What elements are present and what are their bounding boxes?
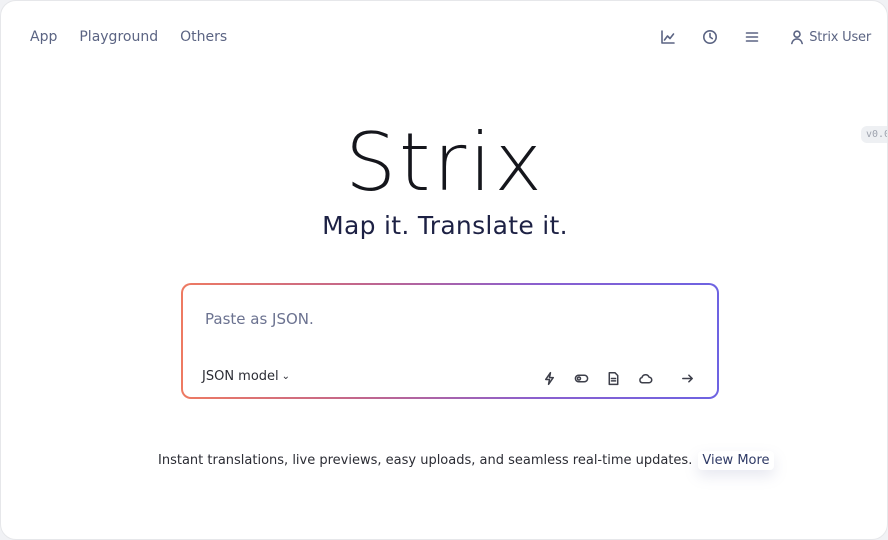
nav-item-app[interactable]: App — [30, 29, 57, 46]
app-title: Strix — [345, 116, 545, 209]
cloud-icon[interactable] — [635, 368, 655, 388]
json-input[interactable] — [205, 310, 685, 328]
tagline: Map it. Translate it. — [322, 211, 568, 240]
model-select[interactable]: JSON model ⌄ — [202, 369, 290, 384]
header-actions: Strix User — [658, 27, 871, 47]
user-icon — [788, 27, 806, 47]
menu-icon[interactable] — [742, 27, 762, 47]
nav-item-others[interactable]: Others — [180, 29, 227, 46]
json-input-card: JSON model ⌄ — [181, 283, 719, 399]
json-input-inner: JSON model ⌄ — [183, 285, 717, 397]
clock-icon[interactable] — [700, 27, 720, 47]
input-toolbar — [527, 368, 697, 388]
footer: Instant translations, live previews, eas… — [158, 451, 774, 470]
document-icon[interactable] — [603, 368, 623, 388]
version-badge: v0.0.2 — [861, 126, 887, 143]
nav-item-playground[interactable]: Playground — [79, 29, 158, 46]
arrow-right-icon[interactable] — [677, 368, 697, 388]
hero: Strix v0.0.2 — [1, 115, 887, 211]
app-window: App Playground Others Strix User Strix v… — [0, 0, 888, 540]
toggle-icon[interactable] — [571, 368, 591, 388]
view-more-button[interactable]: View More — [698, 451, 773, 470]
chevron-down-icon: ⌄ — [281, 371, 291, 382]
footer-text: Instant translations, live previews, eas… — [158, 453, 693, 468]
lightning-icon[interactable] — [539, 368, 559, 388]
model-select-label: JSON model — [202, 369, 279, 384]
user-name: Strix User — [809, 29, 871, 45]
top-nav: App Playground Others — [30, 29, 227, 46]
user-menu[interactable]: Strix User — [788, 27, 871, 47]
chart-icon[interactable] — [658, 27, 678, 47]
